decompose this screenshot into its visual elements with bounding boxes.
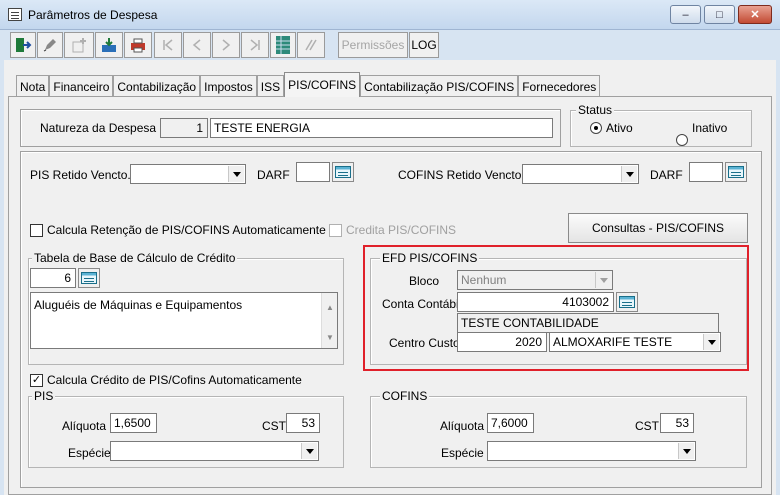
cofins-darf-lookup-button[interactable] [725,162,747,182]
cofins-retido-label: COFINS Retido Vencto. [398,168,525,182]
window-title: Parâmetros de Despesa [28,8,158,22]
status-inativo-radio[interactable] [676,134,688,146]
pis-darf-field[interactable] [296,162,330,182]
log-button[interactable]: LOG [409,32,439,58]
tab-financeiro[interactable]: Financeiro [49,75,114,97]
tab-impostos[interactable]: Impostos [200,75,257,97]
calc-credito-label: Calcula Crédito de PIS/Cofins Automatica… [47,373,302,387]
toolbar: Permissões LOG [4,30,780,60]
calc-retencao-label: Calcula Retenção de PIS/COFINS Automatic… [47,223,326,237]
pis-aliquota-label: Alíquota [62,419,107,433]
search-icon[interactable] [297,32,325,58]
pis-especie-select[interactable] [110,441,319,461]
cofins-cst-label: CST [635,419,659,433]
efd-highlight-box [363,245,749,371]
last-record-icon[interactable] [241,32,269,58]
tabela-lookup-button[interactable] [78,268,100,288]
chevron-down-icon[interactable] [301,443,317,459]
cofins-especie-select[interactable] [487,441,696,461]
pis-legend: PIS [32,389,56,403]
title-bar: Parâmetros de Despesa – □ ✕ [0,0,780,30]
table-icon [335,166,351,178]
cofins-aliquota-field[interactable]: 7,6000 [487,413,534,433]
consultas-pis-cofins-button[interactable]: Consultas - PIS/COFINS [568,213,748,243]
status-legend: Status [576,103,615,117]
tab-pis-cofins[interactable]: PIS/COFINS [284,72,361,97]
cofins-aliquota-label: Alíquota [440,419,485,433]
calc-retencao-checkbox[interactable] [30,224,43,237]
credita-label: Credita PIS/COFINS [346,223,457,237]
calc-credito-checkbox[interactable]: ✓ [30,374,43,387]
chevron-down-icon[interactable] [621,166,637,182]
checkmark-icon: ✓ [31,374,42,386]
cofins-cst-field[interactable]: 53 [660,413,694,433]
natureza-description-field[interactable]: TESTE ENERGIA [210,118,553,138]
pis-retido-label: PIS Retido Vencto. [30,168,131,182]
tab-strip: Nota Financeiro Contabilização Impostos … [16,72,601,97]
memo-scrollbar[interactable]: ▲ ▼ [321,293,337,348]
natureza-label: Natureza da Despesa [40,121,157,135]
pis-darf-label: DARF [257,168,290,182]
tab-contabilizacao[interactable]: Contabilização [113,75,201,97]
tab-fornecedores[interactable]: Fornecedores [518,75,601,97]
tab-contabilizacao-pis-cofins[interactable]: Contabilização PIS/COFINS [360,75,519,97]
tabela-code-field[interactable]: 6 [30,268,76,288]
pis-especie-label: Espécie [68,446,111,460]
exit-icon[interactable] [10,32,36,58]
pis-darf-lookup-button[interactable] [332,162,354,182]
tabela-description-memo[interactable]: Aluguéis de Máquinas e Equipamentos ▲ ▼ [30,292,338,349]
permissions-button[interactable]: Permissões [338,32,408,58]
tabela-legend: Tabela de Base de Cálculo de Crédito [32,251,238,265]
pis-retido-select[interactable] [130,164,246,184]
first-record-icon[interactable] [154,32,182,58]
cofins-especie-label: Espécie [441,446,484,460]
status-ativo-label: Ativo [606,121,633,135]
pis-cst-field[interactable]: 53 [286,413,320,433]
tabela-description-text: Aluguéis de Máquinas e Equipamentos [34,298,243,312]
pis-cst-label: CST [262,419,286,433]
natureza-code-field[interactable]: 1 [160,118,208,138]
next-record-icon[interactable] [212,32,240,58]
cofins-darf-label: DARF [650,168,683,182]
scroll-up-icon[interactable]: ▲ [326,303,334,312]
credita-checkbox[interactable] [329,224,342,237]
grid-view-icon[interactable] [270,32,296,58]
tab-nota[interactable]: Nota [16,75,50,97]
edit-pencil-icon[interactable] [37,32,63,58]
new-record-icon[interactable] [64,32,94,58]
print-icon[interactable] [124,32,152,58]
save-icon[interactable] [95,32,123,58]
cofins-retido-select[interactable] [522,164,639,184]
chevron-down-icon[interactable] [678,443,694,459]
minimize-button[interactable]: – [670,5,701,24]
window-icon [8,8,22,21]
cofins-legend: COFINS [380,389,430,403]
previous-record-icon[interactable] [183,32,211,58]
table-icon [81,272,97,284]
close-button[interactable]: ✕ [738,5,772,24]
scroll-down-icon[interactable]: ▼ [326,333,334,342]
table-icon [728,166,744,178]
cofins-darf-field[interactable] [689,162,723,182]
chevron-down-icon[interactable] [228,166,244,182]
maximize-button[interactable]: □ [704,5,735,24]
status-inativo-label: Inativo [692,121,728,135]
pis-aliquota-field[interactable]: 1,6500 [110,413,157,433]
tab-iss[interactable]: ISS [256,75,285,97]
status-ativo-radio[interactable] [590,122,602,134]
